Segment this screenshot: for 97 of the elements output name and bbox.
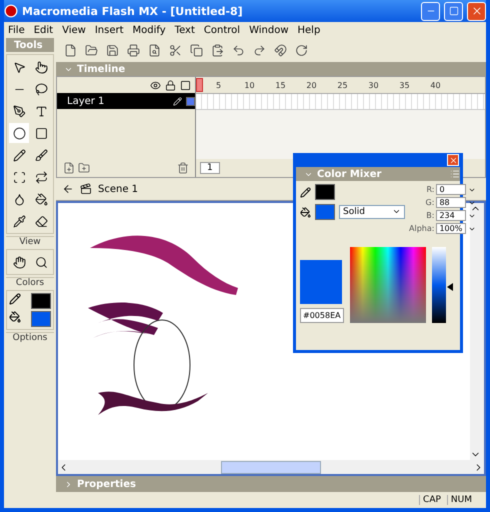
color-preview — [300, 260, 342, 304]
minimize-button[interactable] — [421, 2, 440, 20]
trash-icon[interactable] — [177, 162, 189, 174]
frame-number: 10 — [243, 80, 256, 90]
copy-icon[interactable] — [190, 44, 203, 56]
print-icon[interactable] — [127, 44, 140, 56]
menu-item[interactable]: Window — [249, 24, 288, 36]
scene-icon[interactable] — [80, 183, 92, 195]
menu-item[interactable]: Modify — [132, 24, 166, 36]
channel-field[interactable]: 234 — [436, 210, 466, 221]
channel-label: G: — [426, 198, 434, 207]
hand-icon[interactable] — [12, 256, 26, 268]
add-folder-icon[interactable] — [78, 162, 90, 174]
hex-field[interactable]: #0058EA — [300, 308, 344, 323]
redo-icon[interactable] — [253, 44, 266, 56]
text-tool-icon[interactable] — [34, 104, 48, 118]
channel-field[interactable]: 0 — [436, 184, 466, 195]
maximize-icon[interactable] — [448, 6, 458, 16]
collapsed-caret-icon[interactable] — [64, 480, 73, 488]
scene-name: Scene 1 — [98, 184, 138, 194]
brush-icon[interactable] — [34, 148, 48, 162]
color-mixer-title: Color Mixer — [317, 168, 382, 180]
frame-number: 40 — [429, 80, 442, 90]
rotate-icon[interactable] — [295, 44, 308, 56]
save-icon[interactable] — [106, 44, 119, 56]
print-preview-icon[interactable] — [148, 44, 161, 56]
pen-icon[interactable] — [12, 104, 26, 118]
outline-color-swatch[interactable] — [186, 96, 195, 106]
cut-icon[interactable] — [169, 44, 182, 56]
timeline-title: Timeline — [77, 64, 126, 74]
frame-number: 25 — [336, 80, 349, 90]
status-indicator: NUM — [446, 495, 472, 505]
stroke-icon — [300, 186, 311, 198]
window-title: Macromedia Flash MX - [Untitled-8] — [22, 4, 244, 18]
maximize-button[interactable] — [444, 2, 463, 20]
section-label: Colors — [6, 277, 54, 288]
eyedropper-icon[interactable] — [12, 214, 26, 228]
channel-field[interactable]: 88 — [436, 197, 466, 208]
stroke-color-swatch[interactable] — [31, 293, 51, 309]
slider-thumb[interactable] — [447, 283, 453, 292]
caret-icon[interactable] — [392, 207, 401, 216]
layer-row[interactable]: Layer 1 — [57, 93, 195, 109]
fill-icon — [9, 311, 21, 323]
oval-icon[interactable] — [12, 126, 26, 140]
properties-title: Properties — [77, 478, 136, 490]
fill-type-dropdown[interactable]: Solid — [339, 205, 405, 219]
transform-icon[interactable] — [12, 170, 26, 184]
open-folder-icon[interactable] — [85, 44, 98, 56]
fill-color-swatch[interactable] — [315, 204, 335, 220]
zoom-icon[interactable] — [34, 256, 48, 268]
paint-bucket-icon[interactable] — [34, 192, 48, 206]
status-indicator: CAP — [419, 495, 441, 505]
app-logo-icon — [4, 4, 18, 18]
section-label: View — [6, 236, 54, 247]
outline-icon[interactable] — [180, 80, 191, 90]
fill-color-swatch[interactable] — [31, 311, 51, 327]
pointer-icon[interactable] — [34, 60, 48, 74]
pencil-icon[interactable] — [12, 148, 26, 162]
menu-item[interactable]: View — [62, 24, 86, 36]
frame-number: 35 — [398, 80, 411, 90]
fill-icon — [300, 206, 311, 218]
channel-label: R: — [426, 185, 434, 194]
tools-panel-title: Tools — [6, 38, 54, 52]
oval-tool[interactable] — [9, 123, 29, 143]
menu-item[interactable]: Text — [174, 24, 195, 36]
section-label: Options — [6, 332, 54, 343]
rectangle-icon[interactable] — [34, 126, 48, 140]
color-spectrum[interactable] — [350, 247, 426, 323]
menu-item[interactable]: Help — [298, 24, 320, 36]
frame-number: 30 — [367, 80, 380, 90]
current-frame-field: 1 — [200, 162, 220, 174]
menu-item[interactable]: Edit — [34, 24, 54, 36]
channel-label: B: — [426, 211, 434, 220]
menu-item[interactable]: Control — [204, 24, 240, 36]
undo-icon[interactable] — [232, 44, 245, 56]
stroke-icon — [9, 293, 21, 305]
back-icon[interactable] — [62, 183, 74, 195]
magnet-icon[interactable] — [274, 44, 287, 56]
scrollbar-thumb[interactable] — [221, 460, 321, 474]
stroke-color-swatch[interactable] — [315, 184, 335, 200]
channel-label: Alpha: — [409, 224, 434, 233]
frame-number: 20 — [305, 80, 318, 90]
channel-field[interactable]: 100% — [436, 223, 466, 234]
close-button[interactable] — [467, 2, 486, 20]
close-icon[interactable] — [470, 5, 482, 17]
lock-icon[interactable] — [165, 80, 176, 90]
add-layer-icon[interactable] — [63, 162, 75, 174]
menu-item[interactable]: File — [8, 24, 25, 36]
eraser-icon[interactable] — [34, 214, 48, 228]
lasso-icon[interactable] — [34, 82, 48, 96]
frame-number: 15 — [274, 80, 287, 90]
eye-icon[interactable] — [150, 80, 161, 90]
frame-number: 5 — [214, 80, 222, 90]
paste-icon[interactable] — [211, 44, 224, 56]
arrow-icon[interactable] — [12, 60, 26, 74]
menu-item[interactable]: Insert — [94, 24, 124, 36]
new-file-icon[interactable] — [64, 44, 77, 56]
